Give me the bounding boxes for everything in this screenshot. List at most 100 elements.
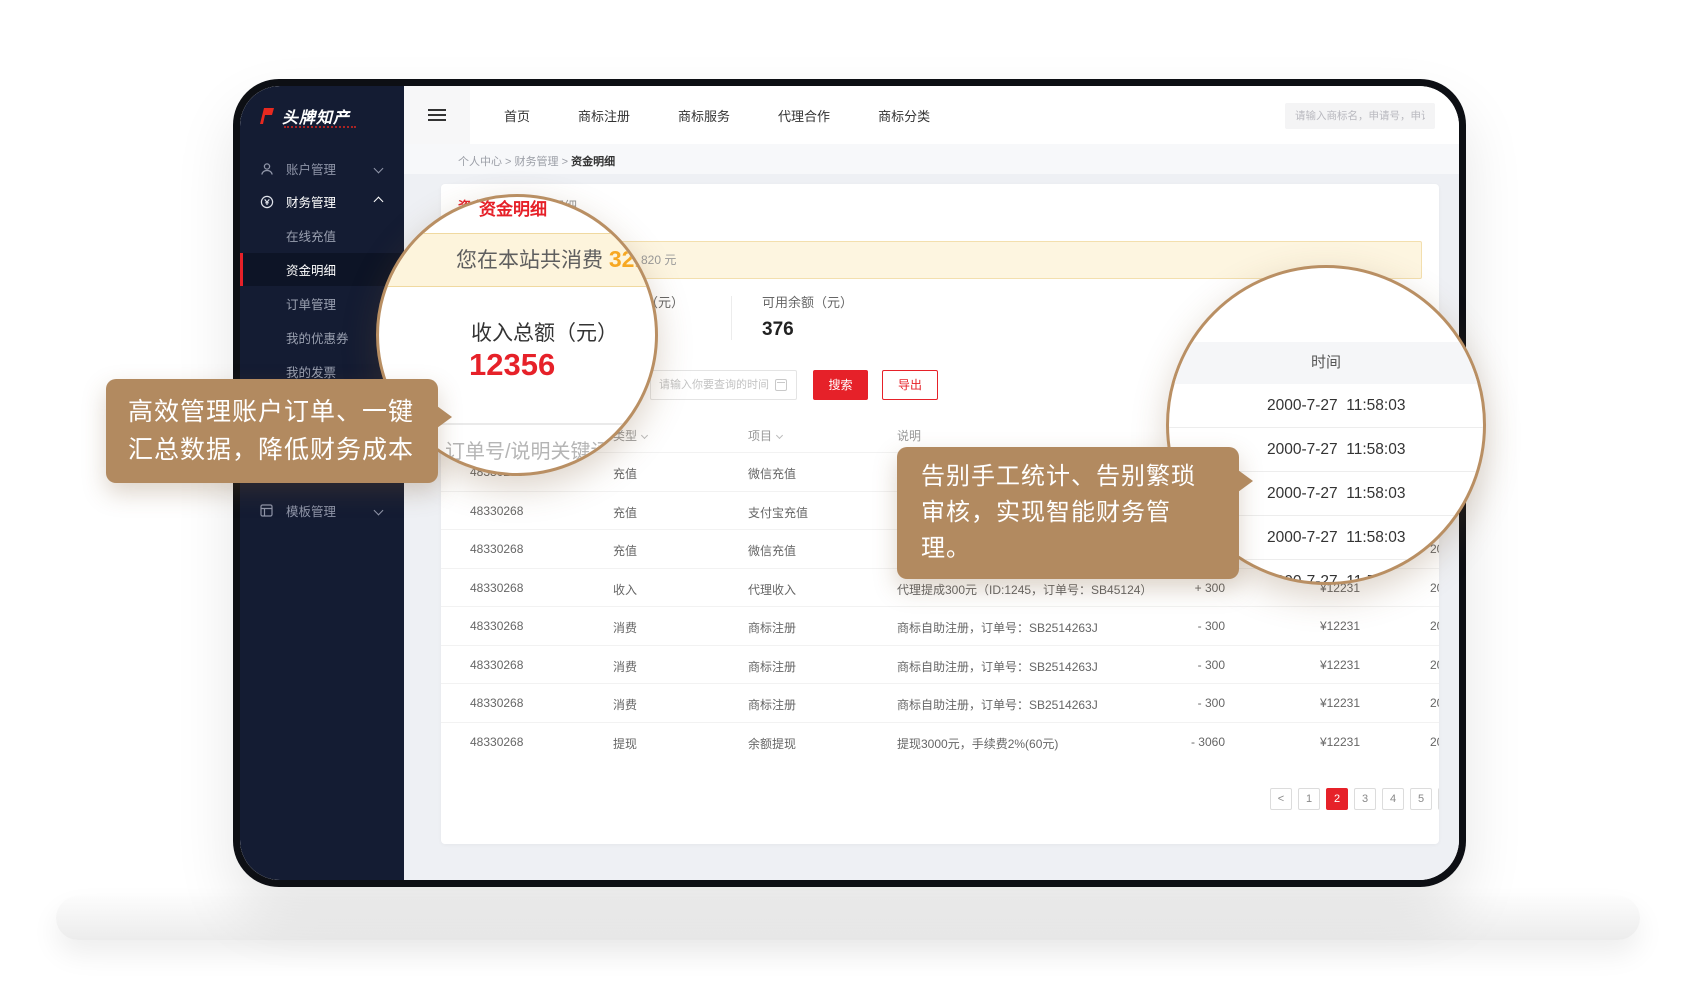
cell-order: 48330268 [470,581,523,595]
sidebar-item-label: 账户管理 [286,159,375,178]
cell-amount: - 300 [1141,696,1225,710]
brand-logo: 头牌知产 [258,104,350,128]
sidebar-item-account[interactable]: 账户管理 [240,152,404,185]
stat-label: 可用余额（元） [762,292,853,311]
main-nav: 首页 商标注册 商标服务 代理合作 商标分类 [480,86,954,144]
lens-tab-label: 资金明细 [479,195,547,220]
lens-income-label: 收入总额（元） [471,317,618,347]
lens-income-value: 12356 [469,347,555,383]
template-icon [260,504,275,517]
lens-banner: 您在本站共消费 32124 大 [376,233,658,287]
stat-value: 376 [762,319,853,341]
breadcrumb-current: 资金明细 [571,156,615,168]
lens-banner-prefix: 您在本站共消费 [456,249,609,272]
cell-project: 商标注册 [748,696,796,713]
table-row: 48330268 提现 余额提现 提现3000元，手续费2%(60元) - 30… [441,722,1439,761]
cell-order: 48330268 [470,619,523,633]
cell-desc: 商标自助注册，订单号：SB2514263J [897,619,1098,636]
cell-project: 微信充值 [748,542,796,559]
page-next-button[interactable]: > [1438,788,1439,810]
cell-desc: 商标自助注册，订单号：SB2514263J [897,658,1098,675]
cell-project: 支付宝充值 [748,504,808,521]
cell-amount: - 300 [1141,658,1225,672]
sort-caret-icon [776,432,783,439]
page-button-5[interactable]: 5 [1410,788,1432,810]
cell-order: 48330268 [470,504,523,518]
topbar: 首页 商标注册 商标服务 代理合作 商标分类 [404,86,1459,144]
col-project-label: 项目 [748,429,772,443]
nav-item-trademark-class[interactable]: 商标分类 [878,106,930,125]
nav-item-trademark-service[interactable]: 商标服务 [678,106,730,125]
export-button[interactable]: 导出 [882,370,938,400]
nav-item-trademark-register[interactable]: 商标注册 [578,106,630,125]
cell-time: 2000-7-27 11:58:03 [1430,658,1439,672]
cell-order: 48330268 [470,542,523,556]
calendar-icon[interactable] [775,379,787,391]
sidebar-toggle[interactable] [404,86,470,144]
cell-project: 商标注册 [748,619,796,636]
cell-order: 48330268 [470,658,523,672]
sidebar: 头牌知产 账户管理 财务管理 在线充值 资金明细 订单管理 我的优惠券 [240,86,404,880]
cell-order: 48330268 [470,735,523,749]
table-row: 48330268 消费 商标注册 商标自助注册，订单号：SB2514263J -… [441,606,1439,645]
finance-icon [260,195,275,209]
global-search-input[interactable] [1285,103,1435,129]
cell-type: 消费 [613,619,637,636]
cell-project: 微信充值 [748,465,796,482]
nav-item-agency[interactable]: 代理合作 [778,106,830,125]
cell-type: 消费 [613,658,637,675]
callout-arrow [437,406,452,428]
nav-item-home[interactable]: 首页 [504,106,530,125]
callout-right: 告别手工统计、告别繁琐审核，实现智能财务管理。 [897,447,1239,579]
cell-project: 余额提现 [748,735,796,752]
cell-desc: 提现3000元，手续费2%(60元) [897,735,1058,752]
cell-time: 2000-7-27 11:58:03 [1430,619,1439,633]
cell-order: 48330268 [470,696,523,710]
page-button-1[interactable]: 1 [1298,788,1320,810]
cell-desc: 商标自助注册，订单号：SB2514263J [897,696,1098,713]
cell-type: 提现 [613,735,637,752]
cell-project: 代理收入 [748,581,796,598]
laptop-base [56,896,1640,940]
sidebar-item-label: 模板管理 [286,501,375,520]
breadcrumb-prefix: 个人中心 > 财务管理 > [458,156,571,168]
menu-icon [428,106,446,124]
cell-amount: - 300 [1141,619,1225,633]
page-button-4[interactable]: 4 [1382,788,1404,810]
lens-banner-amount: 32124 [609,246,658,272]
stat-balance: 可用余额（元） 376 [762,292,853,341]
lens-time-header: 时间 [1169,342,1483,384]
sidebar-item-finance[interactable]: 财务管理 [240,185,404,218]
col-project-sort[interactable]: 项目 [748,427,782,444]
cell-project: 商标注册 [748,658,796,675]
chevron-down-icon [374,164,384,174]
cell-balance: ¥12231 [1271,735,1360,749]
cell-type: 消费 [613,696,637,713]
cell-balance: ¥12231 [1271,696,1360,710]
callout-arrow [1238,470,1253,492]
breadcrumb: 个人中心 > 财务管理 > 资金明细 [458,153,615,169]
cell-type: 充值 [613,504,637,521]
sidebar-item-label: 财务管理 [286,192,375,211]
pagination: < 1 2 3 4 5 > [1270,788,1439,810]
chevron-down-icon [374,506,384,516]
page-button-2-active[interactable]: 2 [1326,788,1348,810]
divider [731,296,732,340]
cell-desc: 代理提成300元（ID:1245，订单号：SB45124） [897,581,1152,598]
breadcrumb-bar: 个人中心 > 财务管理 > 资金明细 [404,144,1459,174]
brand-underline [284,126,356,128]
cell-amount: + 300 [1141,581,1225,595]
chevron-up-icon [374,197,384,207]
cell-type: 收入 [613,581,637,598]
callout-text: 告别手工统计、告别繁琐审核，实现智能财务管理。 [921,459,1215,567]
page-prev-button[interactable]: < [1270,788,1292,810]
callout-left: 高效管理账户订单、一键汇总数据，降低财务成本 [106,379,438,483]
page-button-3[interactable]: 3 [1354,788,1376,810]
lens-keyword-placeholder: 订单号/说明关键词 [431,423,658,475]
brand-logo-icon [258,107,276,125]
cell-amount: - 3060 [1141,735,1225,749]
cell-time: 2000-7-27 11:58:03 [1430,696,1439,710]
search-button[interactable]: 搜索 [813,370,868,400]
sidebar-item-templates[interactable]: 模板管理 [240,494,404,527]
cell-type: 充值 [613,542,637,559]
